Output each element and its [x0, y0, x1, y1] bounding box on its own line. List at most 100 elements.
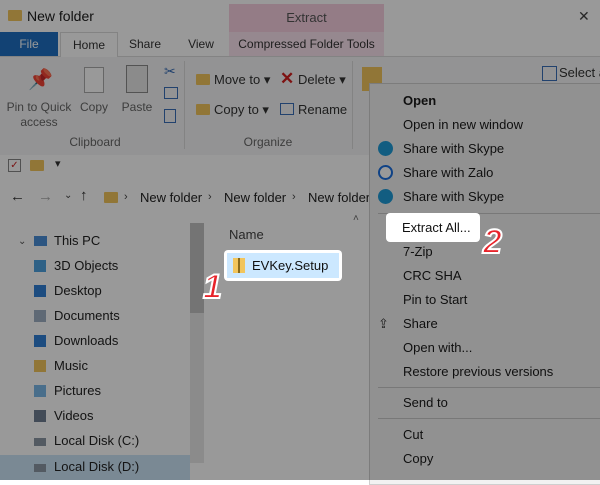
breadcrumb-item[interactable]: New folder [140, 190, 202, 205]
nav-item-label: Documents [54, 308, 120, 323]
nav-item-label: Downloads [54, 333, 119, 348]
zip-folder-icon [233, 258, 245, 273]
menu-item-label: Extract All... [402, 220, 471, 235]
menu-item-extract-all[interactable]: Extract All... [386, 213, 480, 242]
close-icon[interactable]: ✕ [578, 8, 590, 25]
pictures-icon [34, 385, 46, 397]
recent-locations-icon[interactable]: ⌄ [64, 190, 72, 201]
breadcrumb-item[interactable]: New folder [224, 190, 286, 205]
music-icon [34, 360, 46, 372]
ribbon-tabs: File Home Share View Compressed Folder T… [0, 32, 600, 58]
drive-icon [34, 464, 46, 472]
zipper-icon [238, 258, 240, 273]
tab-view[interactable]: View [178, 32, 224, 56]
file-name: EVKey.Setup [252, 258, 329, 273]
copy-icon [84, 67, 104, 93]
menu-separator [378, 387, 600, 388]
folder-icon [104, 192, 118, 203]
copy-button[interactable]: Copy [74, 100, 114, 114]
downloads-icon [34, 335, 46, 347]
menu-item-open-new-window[interactable]: Open in new window [403, 117, 523, 132]
folder-icon[interactable] [30, 160, 44, 171]
share-icon: ⇪ [378, 316, 389, 331]
menu-item-copy[interactable]: Copy [403, 451, 433, 466]
nav-item-label: Videos [54, 408, 94, 423]
checkmark-icon[interactable]: ✓ [8, 159, 21, 172]
delete-icon: ✕ [280, 69, 295, 88]
menu-item-send-to[interactable]: Send to [403, 395, 448, 410]
move-to-icon [196, 74, 210, 85]
menu-item-open[interactable]: Open [403, 93, 436, 108]
computer-icon [34, 236, 47, 246]
file-item-evkey-setup[interactable]: EVKey.Setup [227, 253, 339, 278]
tab-file[interactable]: File [0, 32, 58, 56]
pin-to-quick-access-label[interactable]: Pin to Quick [0, 100, 78, 114]
videos-icon [34, 410, 46, 422]
clipboard-group-label: Clipboard [69, 135, 121, 149]
move-to-label: Move to [214, 72, 261, 87]
menu-item-cut[interactable]: Cut [403, 427, 423, 442]
pin-icon: 📌 [28, 69, 53, 91]
paste-button[interactable]: Paste [116, 100, 158, 114]
menu-item-share-skype-2[interactable]: Share with Skype [403, 189, 504, 204]
nav-item-label: Desktop [54, 283, 102, 298]
nav-item-label: Music [54, 358, 88, 373]
nav-scrollbar-thumb[interactable] [190, 223, 204, 313]
documents-icon [34, 310, 46, 322]
menu-separator [378, 418, 600, 419]
forward-arrow-icon[interactable]: → [38, 188, 53, 205]
tab-share[interactable]: Share [122, 32, 168, 56]
window-title: New folder [27, 8, 94, 24]
ribbon-separator-2 [352, 61, 353, 149]
menu-item-restore-previous-versions[interactable]: Restore previous versions [403, 364, 553, 379]
paste-shortcut-icon[interactable] [164, 109, 176, 123]
move-to-button[interactable]: Move to ▾ [214, 72, 270, 88]
menu-item-crc-sha[interactable]: CRC SHA [403, 268, 462, 283]
customize-dropdown-icon[interactable]: ▾ [55, 157, 61, 170]
skype-icon [378, 189, 393, 204]
3d-objects-icon [34, 260, 46, 272]
copy-to-label: Copy to [214, 102, 259, 117]
chevron-right-icon: › [292, 191, 296, 203]
tab-compressed-folder-tools[interactable]: Compressed Folder Tools [229, 32, 384, 56]
menu-item-open-with[interactable]: Open with... [403, 340, 472, 355]
copy-to-icon [196, 104, 210, 115]
drive-icon [34, 438, 46, 446]
folder-icon [8, 10, 22, 21]
chevron-right-icon: › [208, 191, 212, 203]
nav-item-label: Local Disk (D:) [54, 459, 140, 474]
up-arrow-icon[interactable]: ↑ [80, 187, 88, 204]
column-header-name[interactable]: Name [229, 227, 264, 242]
zalo-icon [378, 165, 393, 180]
nav-item-label: 3D Objects [54, 258, 119, 273]
chevron-right-icon: › [124, 191, 128, 203]
breadcrumb-item[interactable]: New folder [308, 190, 370, 205]
nav-item-label: Local Disk (C:) [54, 433, 140, 448]
rename-button[interactable]: Rename [298, 102, 347, 117]
step-1-badge: 1 [202, 267, 223, 307]
menu-item-pin-to-start[interactable]: Pin to Start [403, 292, 467, 307]
ribbon-separator [184, 61, 185, 149]
cut-icon[interactable]: ✂ [164, 63, 176, 80]
select-all-icon [542, 66, 557, 81]
menu-item-7zip[interactable]: 7-Zip [403, 244, 433, 259]
menu-item-share-zalo[interactable]: Share with Zalo [403, 165, 493, 180]
copy-path-icon[interactable] [164, 87, 178, 99]
select-all-button[interactable]: Select al [559, 65, 600, 80]
desktop-icon [34, 285, 46, 297]
paste-icon [126, 65, 148, 93]
nav-item-label: This PC [54, 233, 101, 248]
tab-extract[interactable]: Extract [229, 4, 384, 32]
pin-to-quick-access-label-2[interactable]: access [0, 115, 78, 129]
delete-label: Delete [298, 72, 336, 87]
copy-to-button[interactable]: Copy to ▾ [214, 102, 269, 118]
menu-item-share-skype[interactable]: Share with Skype [403, 141, 504, 156]
back-arrow-icon[interactable]: ← [10, 188, 25, 205]
nav-item-label: Pictures [54, 383, 101, 398]
context-menu: Open Open in new window Share with Skype… [369, 83, 600, 485]
sort-up-icon: ˄ [353, 213, 359, 224]
expand-arrow-icon[interactable]: ⌄ [18, 236, 26, 247]
delete-button[interactable]: Delete ▾ [298, 72, 346, 88]
menu-item-share[interactable]: Share [403, 316, 438, 331]
tab-home[interactable]: Home [60, 32, 118, 58]
